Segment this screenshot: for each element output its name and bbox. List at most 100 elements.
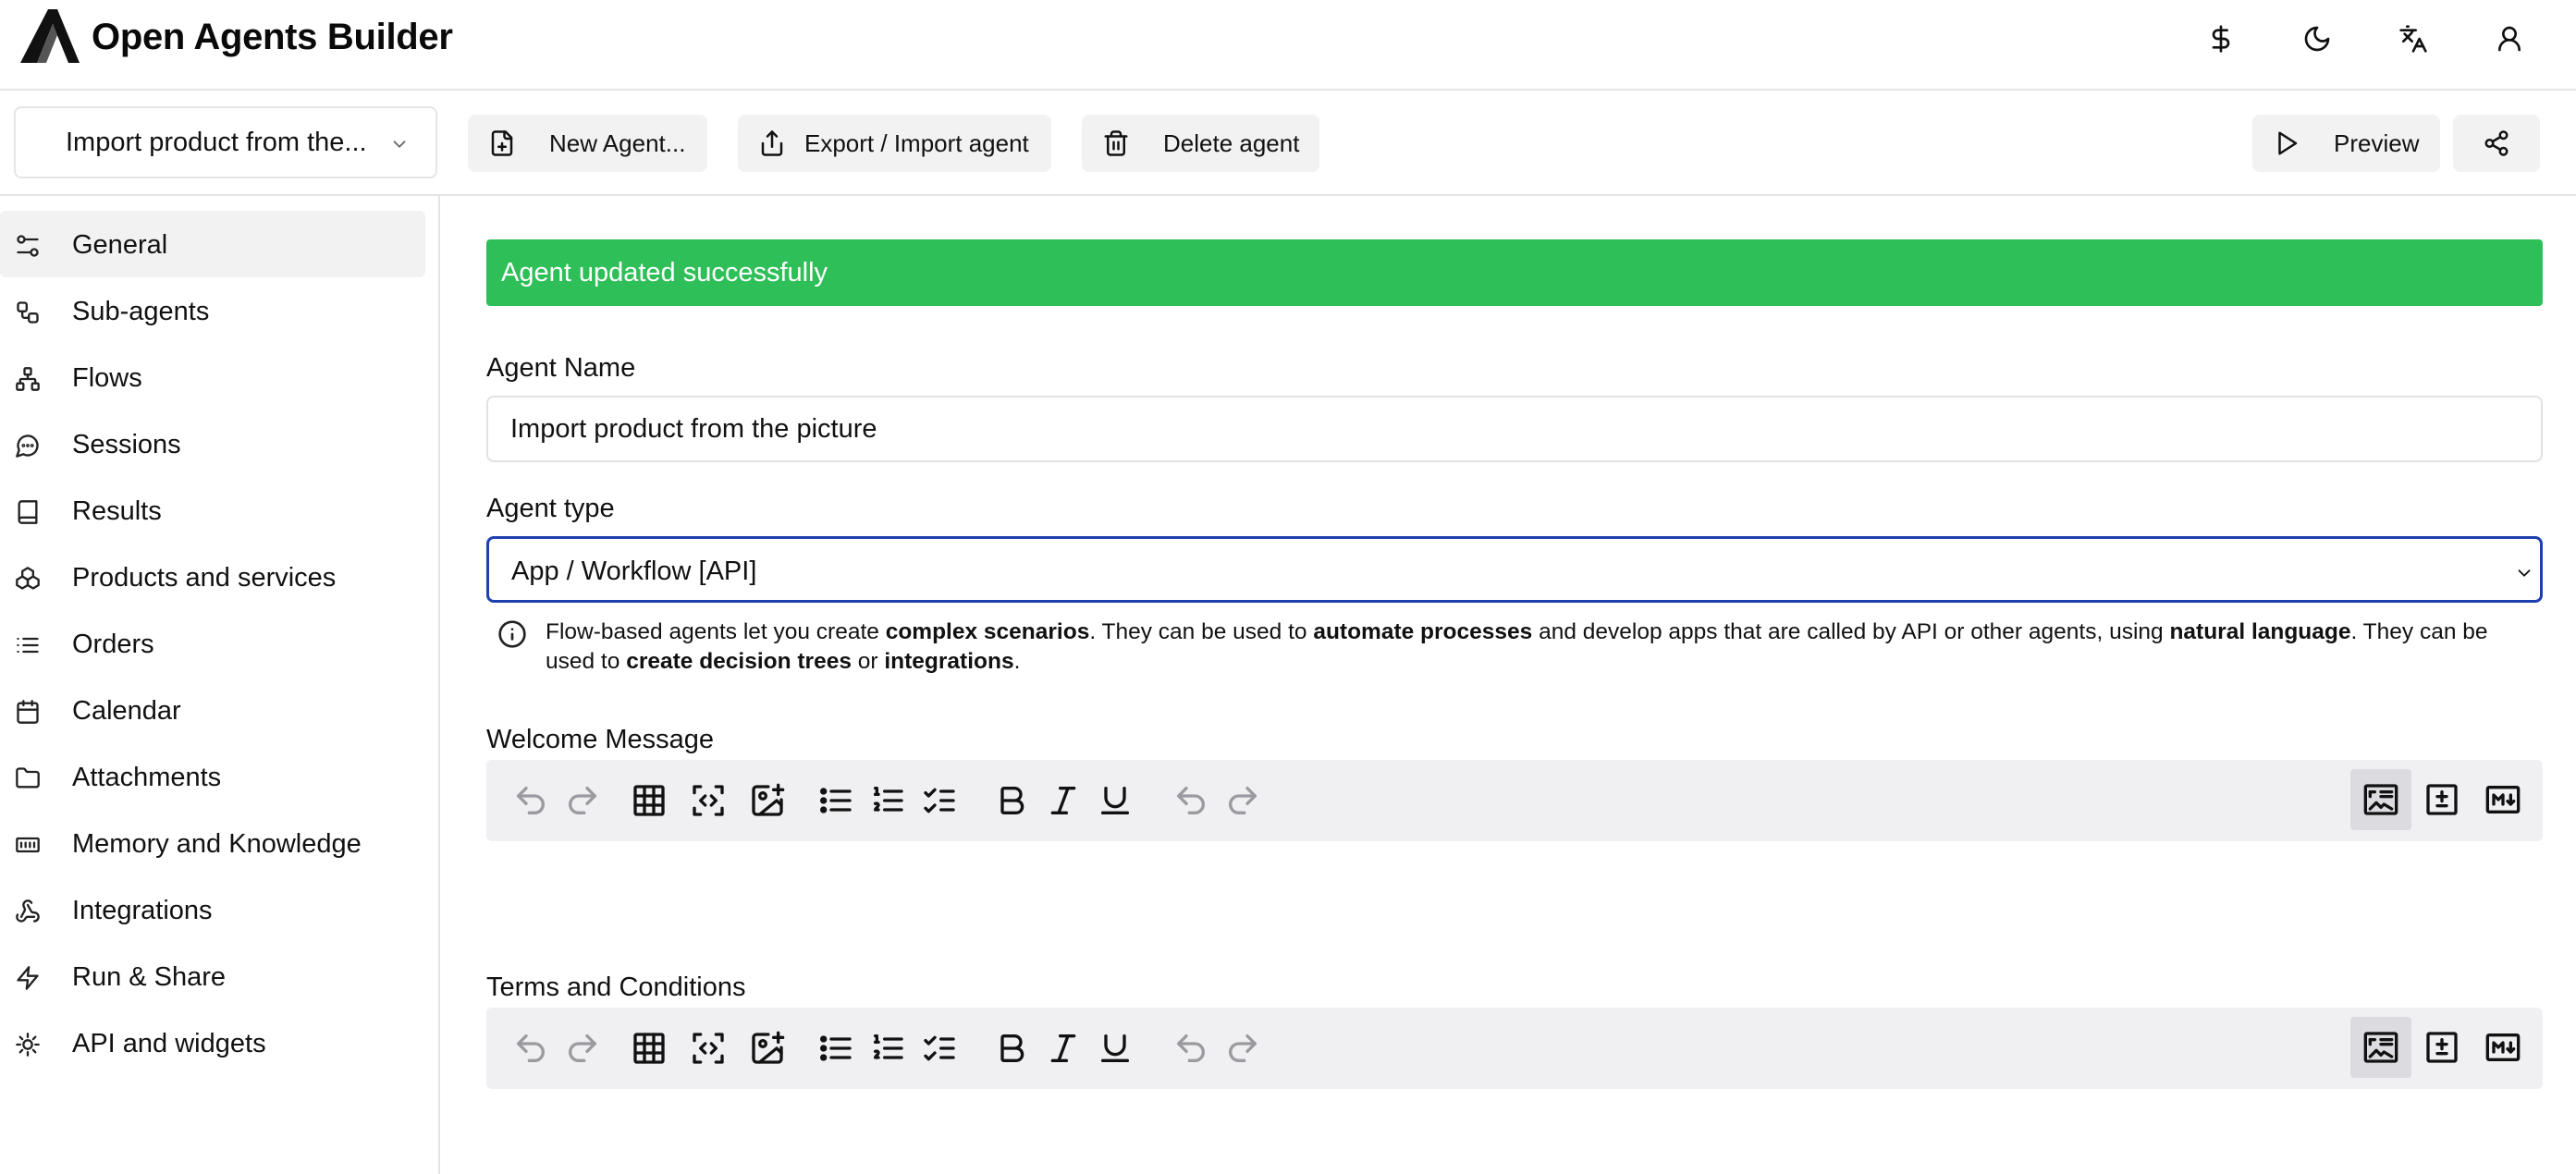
sidebar-item-api-widgets[interactable]: API and widgets [0,1009,425,1076]
list-icon [17,637,39,654]
bold-icon[interactable] [991,780,1032,821]
bullet-list-icon[interactable] [816,780,856,821]
underline-icon[interactable] [1095,780,1135,821]
network-icon [16,367,40,391]
markdown-mode-icon[interactable] [2472,769,2533,830]
sidebar-item-label: Orders [72,630,154,659]
code-block-icon[interactable] [688,1028,729,1069]
sidebar-item-attachments[interactable]: Attachments [0,743,425,810]
sidebar-item-memory[interactable]: Memory and Knowledge [0,810,425,876]
image-add-icon[interactable] [747,780,788,821]
export-import-label: Export / Import agent [804,129,1029,157]
delete-agent-button[interactable]: Delete agent [1082,115,1319,172]
sidebar-item-sessions[interactable]: Sessions [0,410,425,477]
undo-icon[interactable] [510,1028,551,1069]
help-text: Flow-based agents let you create complex… [546,619,2488,674]
checklist-icon[interactable] [919,780,960,821]
sidebar-item-label: Integrations [72,896,213,925]
trash-icon [1104,130,1128,156]
redo-icon[interactable] [1222,780,1263,821]
book-icon [18,500,38,524]
webhook-icon [16,899,40,923]
preview-label: Preview [2334,129,2420,157]
user-icon[interactable] [2491,20,2528,57]
bullet-list-icon[interactable] [816,1028,856,1069]
terms-editor-toolbar [486,1008,2543,1089]
share-button[interactable] [2453,115,2540,172]
numbered-list-icon[interactable] [867,780,908,821]
agent-name-input[interactable] [486,396,2543,462]
sidebar-item-label: Sessions [72,430,181,459]
undo-icon[interactable] [1171,1028,1211,1069]
file-plus-icon [491,130,513,156]
image-add-icon[interactable] [747,1028,788,1069]
sidebar-item-flows[interactable]: Flows [0,344,425,410]
sidebar-item-label: Run & Share [72,962,227,992]
agent-type-select[interactable]: App / Workflow [API] [486,536,2543,603]
agent-type-label: Agent type [486,494,615,523]
terms-label: Terms and Conditions [486,972,746,1002]
sidebar-item-label: Memory and Knowledge [72,829,362,859]
top-bar: Open Agents Builder [0,0,2576,91]
sidebar-item-integrations[interactable]: Integrations [0,876,425,943]
rich-text-mode-icon[interactable] [2350,769,2411,830]
sidebar-item-label: Products and services [72,563,337,593]
redo-icon[interactable] [562,780,603,821]
welcome-message-label: Welcome Message [486,725,715,754]
logo-icon [20,9,80,63]
message-icon [16,434,39,458]
sidebar-item-orders[interactable]: Orders [0,610,425,677]
code-block-icon[interactable] [688,780,729,821]
redo-icon[interactable] [1222,1028,1263,1069]
moon-icon[interactable] [2299,20,2336,57]
sliders-icon [17,235,39,257]
bold-icon[interactable] [991,1028,1032,1069]
agent-selector[interactable]: Import product from the... [14,106,437,178]
diff-mode-icon[interactable] [2411,769,2472,830]
welcome-message-editor-toolbar [486,760,2543,841]
app-title: Open Agents Builder [92,17,453,57]
preview-button[interactable]: Preview [2252,115,2440,172]
share-icon [2484,130,2509,156]
undo-icon[interactable] [510,780,551,821]
folder-icon [16,767,40,789]
sidebar-item-general[interactable]: General [0,211,425,277]
new-agent-label: New Agent... [549,129,686,157]
export-import-button[interactable]: Export / Import agent [738,115,1051,172]
agent-selector-value: Import product from the... [66,127,367,157]
undo-icon[interactable] [1171,780,1211,821]
chevron-down-icon [393,141,406,148]
sidebar-item-label: Sub-agents [72,297,210,326]
dollar-icon[interactable] [2202,20,2239,57]
workflow-icon [17,301,39,324]
play-icon [2278,131,2298,155]
sidebar-item-label: Results [72,496,162,526]
sidebar-item-sub-agents[interactable]: Sub-agents [0,277,425,344]
sidebar-item-products[interactable]: Products and services [0,544,425,610]
sidebar-item-label: Flows [72,363,142,393]
translate-icon[interactable] [2395,20,2432,57]
underline-icon[interactable] [1095,1028,1135,1069]
redo-icon[interactable] [562,1028,603,1069]
zap-icon [17,966,39,990]
sidebar-item-calendar[interactable]: Calendar [0,677,425,743]
markdown-mode-icon[interactable] [2472,1017,2533,1078]
numbered-list-icon[interactable] [867,1028,908,1069]
diff-mode-icon[interactable] [2411,1017,2472,1078]
memory-icon [16,837,40,853]
rich-text-mode-icon[interactable] [2350,1017,2411,1078]
chevron-down-icon [2518,569,2531,577]
italic-icon[interactable] [1043,1028,1084,1069]
table-icon[interactable] [629,1028,669,1069]
cog-icon [16,1033,40,1057]
table-icon[interactable] [629,780,669,821]
sidebar-item-results[interactable]: Results [0,477,425,544]
sidebar-item-run-share[interactable]: Run & Share [0,943,425,1009]
italic-icon[interactable] [1043,780,1084,821]
main-content: Agent updated successfully Agent Name Ag… [442,196,2576,1174]
agent-type-value: App / Workflow [API] [511,556,757,586]
sidebar-item-label: Calendar [72,696,181,726]
new-agent-button[interactable]: New Agent... [468,115,707,172]
share-upload-icon [761,130,783,156]
checklist-icon[interactable] [919,1028,960,1069]
